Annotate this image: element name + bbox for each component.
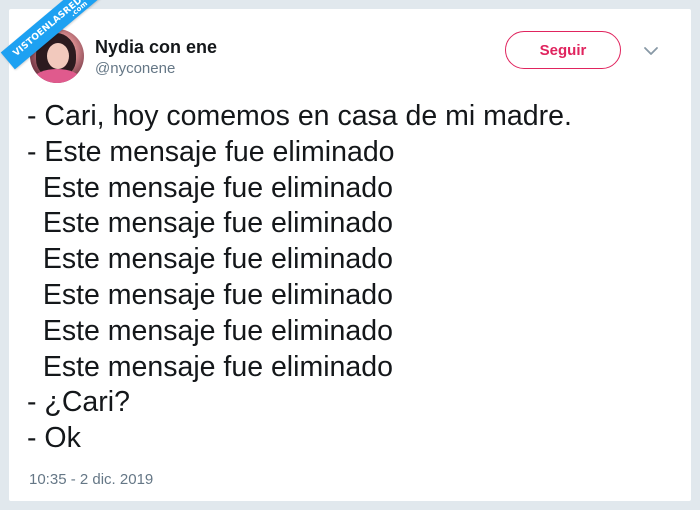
tweet-line: Este mensaje fue eliminado	[27, 171, 393, 204]
tweet-line: - Ok	[27, 422, 81, 455]
chevron-down-icon[interactable]	[643, 45, 659, 57]
tweet-line: Este mensaje fue eliminado	[27, 350, 393, 383]
tweet-timestamp[interactable]: 10:35 - 2 dic. 2019	[29, 471, 153, 488]
tweet-line: - ¿Cari?	[27, 386, 130, 419]
avatar-face	[47, 43, 69, 69]
tweet-line: - Este mensaje fue eliminado	[27, 135, 395, 168]
follow-button[interactable]: Seguir	[505, 31, 621, 69]
page-background: Nydia con ene @nyconene Seguir - Cari, h…	[0, 0, 700, 510]
tweet-text: - Cari, hoy comemos en casa de mi madre.…	[27, 99, 687, 457]
avatar-shoulders	[34, 69, 80, 83]
tweet-line: Este mensaje fue eliminado	[27, 278, 393, 311]
tweet-line: Este mensaje fue eliminado	[27, 243, 393, 276]
author-handle[interactable]: @nyconene	[95, 60, 175, 77]
tweet-line: - Cari, hoy comemos en casa de mi madre.	[27, 100, 572, 132]
author-name[interactable]: Nydia con ene	[95, 37, 217, 58]
tweet-line: Este mensaje fue eliminado	[27, 314, 393, 347]
tweet-card: Nydia con ene @nyconene Seguir - Cari, h…	[9, 9, 691, 501]
tweet-line: Este mensaje fue eliminado	[27, 207, 393, 240]
